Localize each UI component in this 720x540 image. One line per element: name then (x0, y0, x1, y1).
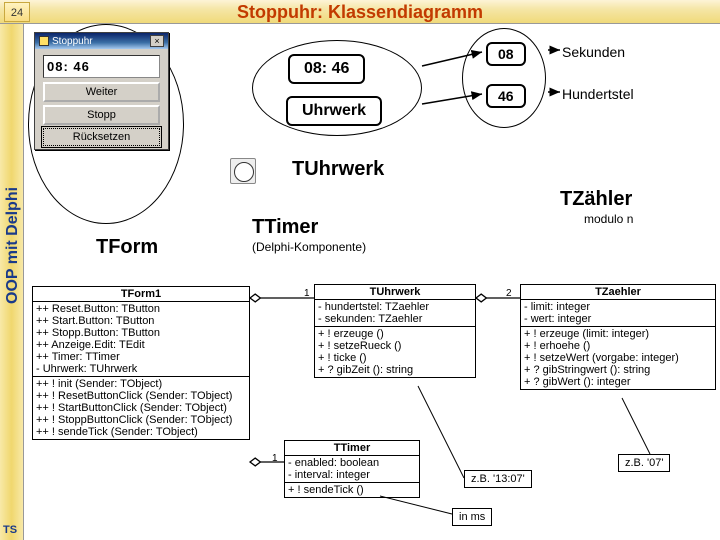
uml-tuhrwerk-ops: + ! erzeuge () + ! setzeRueck () + ! tic… (315, 327, 475, 377)
side-bar: OOP mit Delphi TS (0, 24, 24, 540)
uml-ttimer-ops: + ! sendeTick () (285, 483, 419, 497)
sidebar-ts: TS (3, 524, 17, 536)
tuhrwerk-caption: TUhrwerk (292, 158, 384, 181)
display-value-box: 08: 46 (288, 54, 365, 84)
modulo-n-caption: modulo n (584, 212, 633, 226)
assoc-1-ttimer: 1 (272, 453, 278, 464)
close-button[interactable]: × (150, 35, 164, 47)
uml-tzaehler-attrs: - limit: integer - wert: integer (521, 300, 715, 327)
time-display-field[interactable]: 08: 46 (43, 55, 160, 78)
hundredths-label: Hundertstel (562, 86, 634, 102)
weiter-button[interactable]: Weiter (43, 82, 160, 102)
uml-ttimer-name: TTimer (285, 441, 419, 456)
slide-title: Stoppuhr: Klassendiagramm (0, 2, 720, 23)
clock-icon (230, 158, 256, 184)
uml-tform1-ops: ++ ! init (Sender: TObject) ++ ! ResetBu… (33, 377, 249, 439)
ttimer-subtitle: (Delphi-Komponente) (252, 240, 366, 254)
stopwatch-window: Stoppuhr × 08: 46 Weiter Stopp Rücksetze… (34, 32, 169, 150)
reset-button[interactable]: Rücksetzen (43, 128, 160, 146)
note-07: z.B. '07' (618, 454, 670, 472)
seconds-value-box: 08 (486, 42, 526, 66)
note-in-ms: in ms (452, 508, 492, 526)
stopp-button[interactable]: Stopp (43, 105, 160, 125)
hundredths-value-box: 46 (486, 84, 526, 108)
window-titlebar: Stoppuhr × (35, 33, 168, 49)
assoc-1-uhrwerk: 1 (304, 288, 310, 299)
seconds-label: Sekunden (562, 44, 625, 60)
slide: 24 Stoppuhr: Klassendiagramm OOP mit Del… (0, 0, 720, 540)
uml-tzaehler-ops: + ! erzeuge (limit: integer) + ! erhoehe… (521, 327, 715, 389)
uml-tform1-attrs: ++ Reset.Button: TButton ++ Start.Button… (33, 302, 249, 377)
uml-tuhrwerk-name: TUhrwerk (315, 285, 475, 300)
uml-tzaehler-name: TZaehler (521, 285, 715, 300)
note-1307: z.B. '13:07' (464, 470, 532, 488)
ttimer-caption: TTimer (252, 216, 318, 239)
uml-tzaehler: TZaehler - limit: integer - wert: intege… (520, 284, 716, 390)
assoc-2-zaehler: 2 (506, 288, 512, 299)
uml-tform1: TForm1 ++ Reset.Button: TButton ++ Start… (32, 286, 250, 440)
uml-tform1-name: TForm1 (33, 287, 249, 302)
uml-tuhrwerk-attrs: - hundertstel: TZaehler - sekunden: TZae… (315, 300, 475, 327)
tzaehler-caption: TZähler (560, 188, 632, 211)
sidebar-label: OOP mit Delphi (4, 187, 22, 304)
tform-caption: TForm (96, 236, 158, 259)
window-title: Stoppuhr (52, 36, 93, 47)
uml-ttimer: TTimer - enabled: boolean - interval: in… (284, 440, 420, 498)
uml-ttimer-attrs: - enabled: boolean - interval: integer (285, 456, 419, 483)
uml-tuhrwerk: TUhrwerk - hundertstel: TZaehler - sekun… (314, 284, 476, 378)
uhrwerk-label-box: Uhrwerk (286, 96, 382, 126)
app-icon (39, 36, 49, 46)
